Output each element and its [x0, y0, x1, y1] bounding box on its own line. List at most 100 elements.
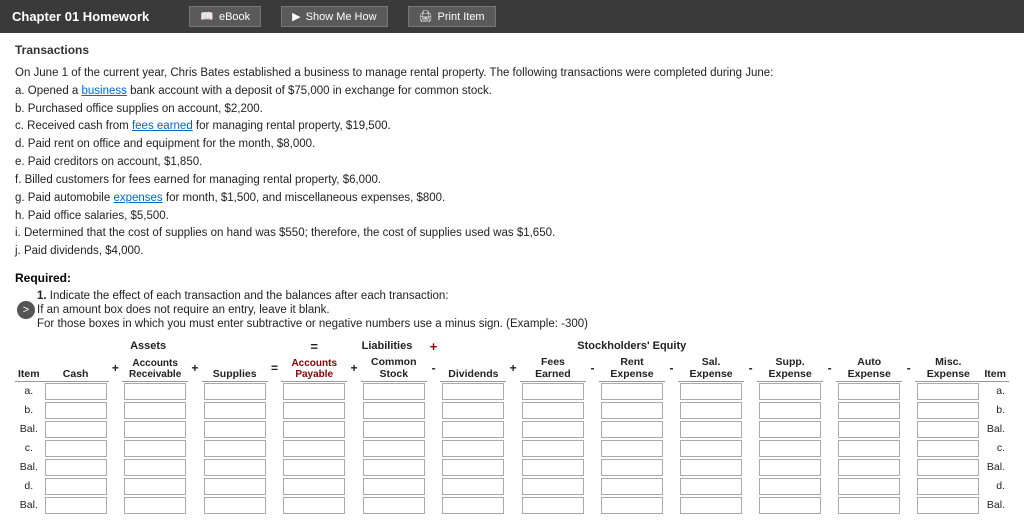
ar-d[interactable]: [124, 478, 186, 495]
common-stock-bal3[interactable]: [363, 497, 425, 514]
fees-earned-bal2[interactable]: [522, 459, 584, 476]
cash-bal2[interactable]: [45, 459, 107, 476]
misc-expense-c[interactable]: [917, 440, 979, 457]
common-stock-d[interactable]: [363, 478, 425, 495]
auto-expense-bal3[interactable]: [838, 497, 900, 514]
sal-expense-col-header: Sal.Expense: [678, 355, 744, 382]
item-col-header: Item: [15, 355, 43, 382]
fees-earned-b[interactable]: [522, 402, 584, 419]
ar-a[interactable]: [124, 383, 186, 400]
fees-earned-c[interactable]: [522, 440, 584, 457]
ar-bal1[interactable]: [124, 421, 186, 438]
ar-bal3[interactable]: [124, 497, 186, 514]
ap-bal3[interactable]: [283, 497, 345, 514]
expenses-link[interactable]: expenses: [113, 192, 162, 204]
ap-bal2[interactable]: [283, 459, 345, 476]
dividends-a[interactable]: [442, 383, 504, 400]
ap-d[interactable]: [283, 478, 345, 495]
sal-expense-b[interactable]: [680, 402, 742, 419]
dividends-bal2[interactable]: [442, 459, 504, 476]
misc-expense-bal3[interactable]: [917, 497, 979, 514]
misc-expense-b[interactable]: [917, 402, 979, 419]
cash-b[interactable]: [45, 402, 107, 419]
supplies-bal1[interactable]: [204, 421, 266, 438]
sal-expense-d[interactable]: [680, 478, 742, 495]
rent-expense-c[interactable]: [601, 440, 663, 457]
fees-earned-d[interactable]: [522, 478, 584, 495]
dividends-d[interactable]: [442, 478, 504, 495]
cash-c[interactable]: [45, 440, 107, 457]
supp-expense-a[interactable]: [759, 383, 821, 400]
auto-expense-d[interactable]: [838, 478, 900, 495]
cash-bal1[interactable]: [45, 421, 107, 438]
supplies-bal2[interactable]: [204, 459, 266, 476]
supp-expense-bal3[interactable]: [759, 497, 821, 514]
instruction-3: For those boxes in which you must enter …: [37, 318, 1009, 330]
supplies-c[interactable]: [204, 440, 266, 457]
misc-expense-bal1[interactable]: [917, 421, 979, 438]
supp-expense-c[interactable]: [759, 440, 821, 457]
ap-b[interactable]: [283, 402, 345, 419]
nav-arrow[interactable]: >: [17, 301, 35, 319]
cash-bal3[interactable]: [45, 497, 107, 514]
fees-earned-a[interactable]: [522, 383, 584, 400]
fees-earned-bal1[interactable]: [522, 421, 584, 438]
misc-expense-bal2[interactable]: [917, 459, 979, 476]
ar-b[interactable]: [124, 402, 186, 419]
sal-expense-bal3[interactable]: [680, 497, 742, 514]
minus-op-2: -: [586, 355, 599, 382]
dividends-bal3[interactable]: [442, 497, 504, 514]
auto-expense-bal2[interactable]: [838, 459, 900, 476]
ar-c[interactable]: [124, 440, 186, 457]
row-label-bal3: Bal.: [15, 496, 43, 515]
sal-expense-bal2[interactable]: [680, 459, 742, 476]
ebook-button[interactable]: 📖 eBook: [189, 6, 261, 27]
misc-expense-d[interactable]: [917, 478, 979, 495]
supplies-d[interactable]: [204, 478, 266, 495]
ar-bal2[interactable]: [124, 459, 186, 476]
misc-expense-a[interactable]: [917, 383, 979, 400]
common-stock-b[interactable]: [363, 402, 425, 419]
supplies-bal3[interactable]: [204, 497, 266, 514]
common-stock-bal1[interactable]: [363, 421, 425, 438]
common-stock-bal2[interactable]: [363, 459, 425, 476]
rent-expense-col-header: RentExpense: [599, 355, 665, 382]
show-me-how-button[interactable]: ▶ Show Me How: [281, 6, 387, 27]
supplies-b[interactable]: [204, 402, 266, 419]
ap-bal1[interactable]: [283, 421, 345, 438]
auto-expense-bal1[interactable]: [838, 421, 900, 438]
ap-c[interactable]: [283, 440, 345, 457]
supp-expense-bal1[interactable]: [759, 421, 821, 438]
supp-expense-bal2[interactable]: [759, 459, 821, 476]
rent-expense-d[interactable]: [601, 478, 663, 495]
common-stock-a[interactable]: [363, 383, 425, 400]
fees-earned-link[interactable]: fees earned: [132, 120, 193, 132]
cash-d[interactable]: [45, 478, 107, 495]
common-stock-c[interactable]: [363, 440, 425, 457]
business-link[interactable]: business: [82, 85, 127, 97]
rent-expense-b[interactable]: [601, 402, 663, 419]
table-row: Bal.: [15, 458, 1009, 477]
rent-expense-bal2[interactable]: [601, 459, 663, 476]
supp-expense-d[interactable]: [759, 478, 821, 495]
print-item-button[interactable]: 🖨 Print Item: [408, 6, 496, 27]
auto-expense-c[interactable]: [838, 440, 900, 457]
dividends-c[interactable]: [442, 440, 504, 457]
dividends-bal1[interactable]: [442, 421, 504, 438]
auto-expense-a[interactable]: [838, 383, 900, 400]
ap-a[interactable]: [283, 383, 345, 400]
rent-expense-bal1[interactable]: [601, 421, 663, 438]
rent-expense-a[interactable]: [601, 383, 663, 400]
supplies-a[interactable]: [204, 383, 266, 400]
transaction-a: a. Opened a business bank account with a…: [15, 83, 1009, 101]
cash-a[interactable]: [45, 383, 107, 400]
sal-expense-c[interactable]: [680, 440, 742, 457]
sal-expense-a[interactable]: [680, 383, 742, 400]
minus-op-4: -: [744, 355, 757, 382]
rent-expense-bal3[interactable]: [601, 497, 663, 514]
auto-expense-b[interactable]: [838, 402, 900, 419]
dividends-b[interactable]: [442, 402, 504, 419]
supp-expense-b[interactable]: [759, 402, 821, 419]
sal-expense-bal1[interactable]: [680, 421, 742, 438]
fees-earned-bal3[interactable]: [522, 497, 584, 514]
